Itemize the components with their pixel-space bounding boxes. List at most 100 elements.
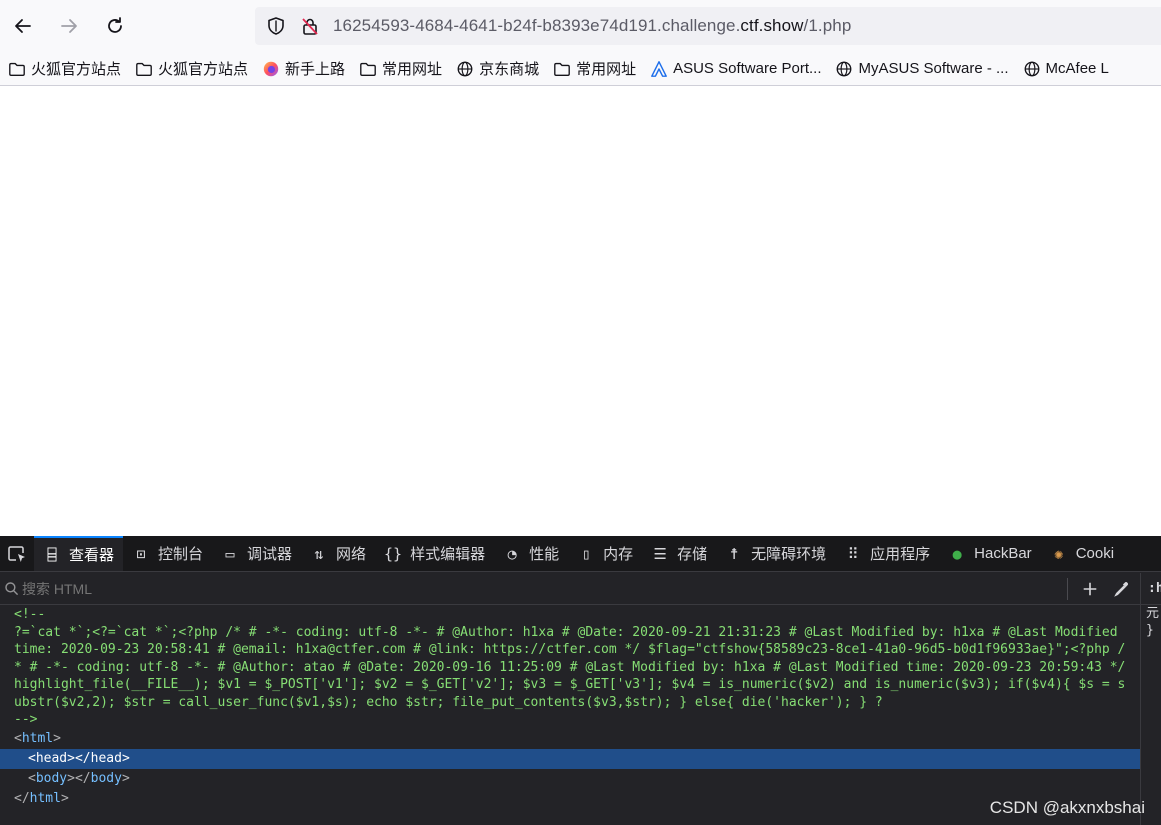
sidebar-header: :he (1141, 573, 1161, 605)
watermark-text: CSDN @akxnxbshai (989, 798, 1145, 817)
accessibility-icon: ☨ (729, 544, 739, 563)
devtools-tab[interactable]: ● HackBar (939, 536, 1041, 571)
reload-button[interactable] (96, 7, 134, 45)
devtools-tab-label: 网络 (336, 546, 367, 563)
bookmark-label: ASUS Software Port... (673, 60, 822, 77)
bookmark-label: 常用网址 (382, 61, 443, 78)
back-button[interactable] (4, 7, 42, 45)
bookmark-item[interactable]: 常用网址 (545, 55, 642, 83)
folder-icon (135, 60, 153, 78)
sidebar-rule-text: 元 } (1146, 606, 1160, 638)
devtools-tab[interactable]: ✺ Cooki (1041, 536, 1123, 571)
insecure-lock-icon[interactable] (299, 15, 321, 37)
url-bar[interactable]: 16254593-4684-4641-b24f-b8393e74d191.cha… (255, 7, 1161, 45)
application-icon: ⠿ (847, 544, 859, 563)
element-picker-icon (8, 545, 25, 562)
bookmark-item[interactable]: McAfee L (1015, 55, 1115, 83)
sidebar-head-text: :he (1148, 581, 1161, 596)
element-picker-button[interactable] (0, 536, 34, 571)
comment-close: --> (14, 712, 38, 727)
bookmark-label: 火狐官方站点 (158, 61, 249, 78)
devtools-tab[interactable]: {} 样式编辑器 (375, 536, 494, 571)
body-node[interactable]: <body></body> (0, 769, 1140, 789)
markup-view: <!-- ?=`cat *`;<?=`cat *`;<?php /* # -*-… (0, 606, 1140, 825)
devtools-tab[interactable]: ☰ 存储 (642, 536, 716, 571)
html-open-tag: html (21, 730, 54, 746)
firefox-icon (262, 60, 280, 78)
html-search-bar (0, 573, 1140, 605)
devtools-tab[interactable]: ▭ 调试器 (212, 536, 301, 571)
devtools-tab-label: 查看器 (69, 547, 115, 564)
bookmark-item[interactable]: 火狐官方站点 (127, 55, 254, 83)
bookmark-item[interactable]: ASUS Software Port... (642, 55, 827, 83)
bookmark-item[interactable]: 常用网址 (351, 55, 448, 83)
globe-icon (1023, 60, 1041, 78)
folder-icon (359, 60, 377, 78)
url-text[interactable]: 16254593-4684-4641-b24f-b8393e74d191.cha… (333, 16, 851, 36)
bookmark-label: 新手上路 (285, 61, 346, 78)
body-open-tag: body (35, 770, 68, 786)
console-icon: ⊡ (136, 544, 146, 563)
comment-open: <!-- (14, 607, 46, 622)
comment-body: ?=`cat *`;<?=`cat *`;<?php /* # -*- codi… (14, 624, 1134, 710)
head-close-tag: head (90, 750, 122, 766)
devtools-tab-bar: ⌸ 查看器 ⊡ 控制台 ▭ 调试器 ⇅ 网络 {} 样式编辑器 ◔ 性能 ▯ 内存 ☰ 存储 ☨ 无障碍环境 ⠿ 应用… (0, 536, 1161, 572)
page-content (0, 87, 1161, 536)
hackbar-icon: ● (952, 544, 962, 563)
storage-icon: ☰ (653, 544, 667, 563)
devtools-tab[interactable]: ◔ 性能 (494, 536, 568, 571)
shield-icon[interactable] (265, 15, 287, 37)
reload-icon (108, 17, 122, 33)
eyedropper-button[interactable] (1108, 575, 1136, 603)
search-icon (2, 579, 22, 599)
devtools-tab[interactable]: ⌸ 查看器 (34, 536, 124, 571)
bookmark-label: 京东商城 (479, 61, 540, 78)
search-html-input[interactable] (22, 580, 1067, 597)
style-editor-icon: {} (384, 544, 403, 563)
url-suffix: /1.php (803, 16, 852, 35)
plus-icon (1083, 582, 1097, 595)
forward-button[interactable] (50, 7, 88, 45)
url-domain: ctf.show (740, 16, 804, 35)
devtools-tab[interactable]: ▯ 内存 (568, 536, 642, 571)
performance-icon: ◔ (507, 544, 517, 563)
bookmark-item[interactable]: 京东商城 (448, 55, 545, 83)
asus-icon (650, 60, 668, 78)
rules-sidebar: :he 元 } (1140, 573, 1161, 825)
devtools-tab[interactable]: ⠿ 应用程序 (835, 536, 939, 571)
devtools-tab[interactable]: ☨ 无障碍环境 (716, 536, 835, 571)
inspector-icon: ⌸ (47, 545, 57, 564)
folder-icon (8, 60, 26, 78)
arrow-left-icon (15, 19, 31, 33)
debugger-icon: ▭ (225, 544, 235, 563)
devtools-tab-label: HackBar (974, 545, 1032, 562)
devtools-tab-label: 内存 (603, 546, 634, 563)
head-node[interactable]: <head></head> (0, 748, 1140, 769)
html-open-node[interactable]: <html> (0, 729, 1140, 749)
bookmark-item[interactable]: MyASUS Software - ... (827, 55, 1014, 83)
folder-icon (553, 60, 571, 78)
toolbar-separator (1067, 577, 1068, 600)
cookie-icon: ✺ (1054, 544, 1064, 563)
bookmark-item[interactable]: 火狐官方站点 (0, 55, 127, 83)
devtools-tab-label: 应用程序 (870, 546, 931, 563)
devtools-tab-label: 调试器 (247, 546, 293, 563)
comment-node[interactable]: <!-- ?=`cat *`;<?=`cat *`;<?php /* # -*-… (0, 606, 1130, 729)
html-close-tag: html (29, 790, 61, 806)
memory-icon: ▯ (581, 544, 591, 563)
arrow-right-icon (61, 19, 77, 33)
bookmark-label: McAfee L (1045, 60, 1109, 77)
bookmark-item[interactable]: 新手上路 (254, 55, 351, 83)
html-close-node[interactable]: </html> (0, 789, 1140, 809)
devtools-tab-label: 性能 (529, 546, 560, 563)
globe-icon (835, 60, 853, 78)
devtools-tab[interactable]: ⇅ 网络 (301, 536, 375, 571)
body-close-tag: body (90, 770, 122, 786)
devtools-tab-label: 存储 (677, 546, 708, 563)
url-prefix: 16254593-4684-4641-b24f-b8393e74d191.cha… (333, 16, 741, 35)
head-open-tag: head (35, 750, 68, 766)
bookmark-label: 火狐官方站点 (31, 61, 122, 78)
add-node-button[interactable] (1076, 575, 1104, 603)
devtools-tab[interactable]: ⊡ 控制台 (123, 536, 212, 571)
bookmark-label: 常用网址 (576, 61, 637, 78)
